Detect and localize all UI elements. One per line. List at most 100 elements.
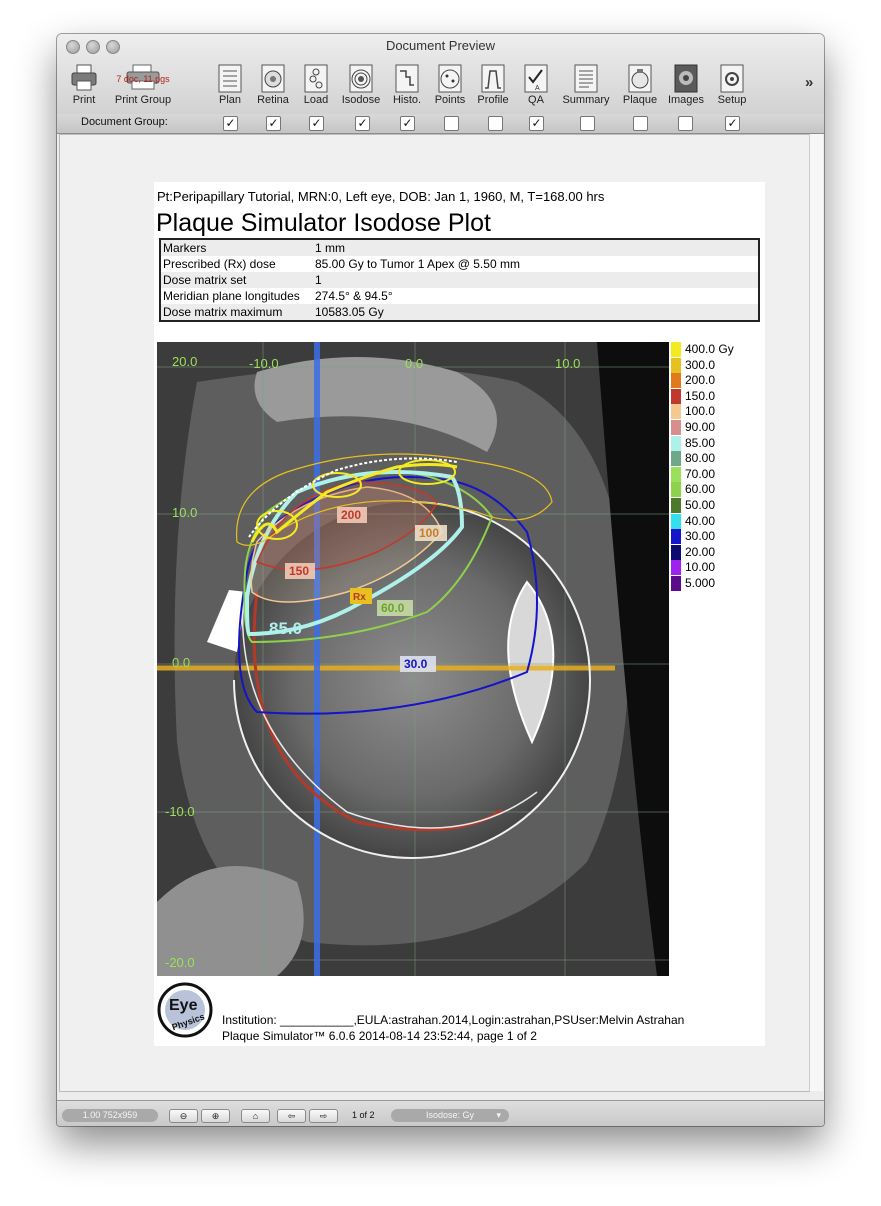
y-tick: -20.0	[165, 955, 195, 970]
info-key: Dose matrix set	[160, 272, 313, 288]
print-group-label: Print Group	[114, 94, 172, 106]
isodose-label: 60.0	[381, 601, 405, 615]
checkbox-isodose[interactable]: ✓	[355, 116, 370, 131]
legend-swatch	[671, 388, 681, 404]
legend-label: 150.0	[685, 388, 716, 403]
print-group-badge: 7 doc, 11 pgs	[116, 74, 170, 84]
page-title: Plaque Simulator Isodose Plot	[156, 209, 491, 237]
info-row: Dose matrix maximum 10583.05 Gy	[160, 304, 759, 321]
document-preview-window: Document Preview Print 7 doc, 11 pgs Pri…	[57, 34, 824, 1126]
info-value: 1	[313, 272, 759, 288]
isodose-label: 30.0	[404, 657, 428, 671]
info-key: Markers	[160, 239, 313, 256]
status-bar: 1.00 752x959 ⊖ ⊕ ⌂ ⇦ ⇨ 1 of 2 Isodose: G…	[57, 1100, 824, 1126]
vertical-scrollbar[interactable]	[809, 134, 823, 1091]
x-tick: -10.0	[249, 356, 279, 371]
tool-setup-label: Setup	[717, 94, 747, 106]
zoom-indicator[interactable]: 1.00 752x959	[62, 1109, 158, 1122]
mode-select[interactable]: Isodose: Gy ▾	[391, 1109, 509, 1122]
footer-institution: Institution: ___________,EULA:astrahan.2…	[222, 1013, 685, 1027]
retina-icon	[261, 64, 285, 93]
legend-item: 400.0 Gy	[671, 342, 761, 357]
points-icon	[438, 64, 462, 93]
legend-label: 300.0	[685, 357, 716, 372]
legend-item: 150.0	[671, 388, 761, 404]
info-row: Dose matrix set 1	[160, 272, 759, 288]
legend-item: 90.00	[671, 420, 761, 435]
legend-swatch	[671, 451, 681, 467]
checkbox-summary[interactable]	[580, 116, 595, 131]
legend-swatch	[671, 404, 681, 420]
checkbox-load[interactable]: ✓	[309, 116, 324, 131]
legend-swatch	[671, 482, 681, 498]
preview-area[interactable]: Pt:Peripapillary Tutorial, MRN:0, Left e…	[59, 134, 810, 1092]
isodose-label: 85.0	[269, 619, 302, 638]
checkbox-setup[interactable]: ✓	[725, 116, 740, 131]
legend-label: 50.00	[685, 498, 716, 512]
zoom-out-button[interactable]: ⊖	[169, 1109, 198, 1123]
legend-item: 200.0	[671, 373, 761, 389]
toolbar-overflow-button[interactable]: »	[805, 74, 813, 91]
checkbox-plaque[interactable]	[633, 116, 648, 131]
profile-icon	[481, 64, 505, 93]
info-value: 10583.05 Gy	[313, 304, 759, 321]
legend-label: 85.00	[685, 435, 716, 450]
tool-setup[interactable]: Setup	[705, 63, 759, 111]
patient-header: Pt:Peripapillary Tutorial, MRN:0, Left e…	[157, 189, 605, 204]
images-icon	[674, 64, 698, 93]
y-tick: -10.0	[165, 804, 195, 819]
print-group-button[interactable]: 7 doc, 11 pgs Print Group	[115, 63, 171, 111]
logo-text: Eye	[169, 997, 198, 1014]
previous-page-button[interactable]: ⇦	[277, 1109, 306, 1123]
legend-swatch	[671, 373, 681, 389]
checkbox-histo[interactable]: ✓	[400, 116, 415, 131]
y-tick: 10.0	[172, 505, 197, 520]
y-tick: 20.0	[172, 354, 197, 369]
legend-label: 80.00	[685, 451, 716, 466]
info-value: 85.00 Gy to Tumor 1 Apex @ 5.50 mm	[315, 257, 520, 271]
info-value: 1 mm	[313, 239, 759, 256]
eye-physics-logo: Eye Physics	[157, 982, 213, 1038]
legend-swatch	[671, 513, 681, 529]
info-row: Meridian plane longitudes 274.5° & 94.5°	[160, 288, 759, 304]
mode-select-value: Isodose: Gy	[425, 1110, 475, 1120]
legend-label: 30.00	[685, 529, 716, 544]
legend-item: 80.00	[671, 451, 761, 467]
checkbox-qa[interactable]: ✓	[529, 116, 544, 131]
legend-label: 10.00	[685, 560, 716, 575]
legend-item: 30.00	[671, 529, 761, 545]
legend-swatch	[671, 342, 681, 357]
summary-icon	[574, 64, 598, 93]
document-group-label: Document Group:	[81, 116, 168, 128]
checkbox-retina[interactable]: ✓	[266, 116, 281, 131]
print-button[interactable]: Print	[57, 63, 111, 111]
legend-item: 5.000	[671, 576, 761, 591]
printer-icon	[71, 64, 97, 91]
checkbox-profile[interactable]	[488, 116, 503, 131]
checkbox-images[interactable]	[678, 116, 693, 131]
isodose-label: 150	[289, 564, 309, 578]
legend-label: 70.00	[685, 466, 716, 481]
home-button[interactable]: ⌂	[241, 1109, 270, 1123]
chevron-down-icon: ▾	[496, 1110, 501, 1120]
legend-item: 300.0	[671, 357, 761, 373]
info-key: Prescribed (Rx) dose	[163, 257, 276, 271]
x-tick: 0.0	[405, 356, 423, 371]
legend-item: 10.00	[671, 560, 761, 576]
legend-swatch	[671, 435, 681, 451]
isodose-icon	[349, 64, 373, 93]
checkbox-points[interactable]	[444, 116, 459, 131]
next-page-button[interactable]: ⇨	[309, 1109, 338, 1123]
plan-icon	[218, 64, 242, 93]
legend-item: 85.00	[671, 435, 761, 451]
legend-swatch	[671, 498, 681, 513]
legend-label: 20.00	[685, 544, 716, 559]
zoom-in-button[interactable]: ⊕	[201, 1109, 230, 1123]
info-row: Markers 1 mm	[160, 239, 759, 256]
page-indicator: 1 of 2	[352, 1110, 375, 1120]
legend-item: 100.0	[671, 404, 761, 420]
checkbox-plan[interactable]: ✓	[223, 116, 238, 131]
legend-label: 60.00	[685, 482, 716, 497]
info-value: 274.5° & 94.5°	[315, 289, 393, 303]
legend-item: 20.00	[671, 544, 761, 560]
